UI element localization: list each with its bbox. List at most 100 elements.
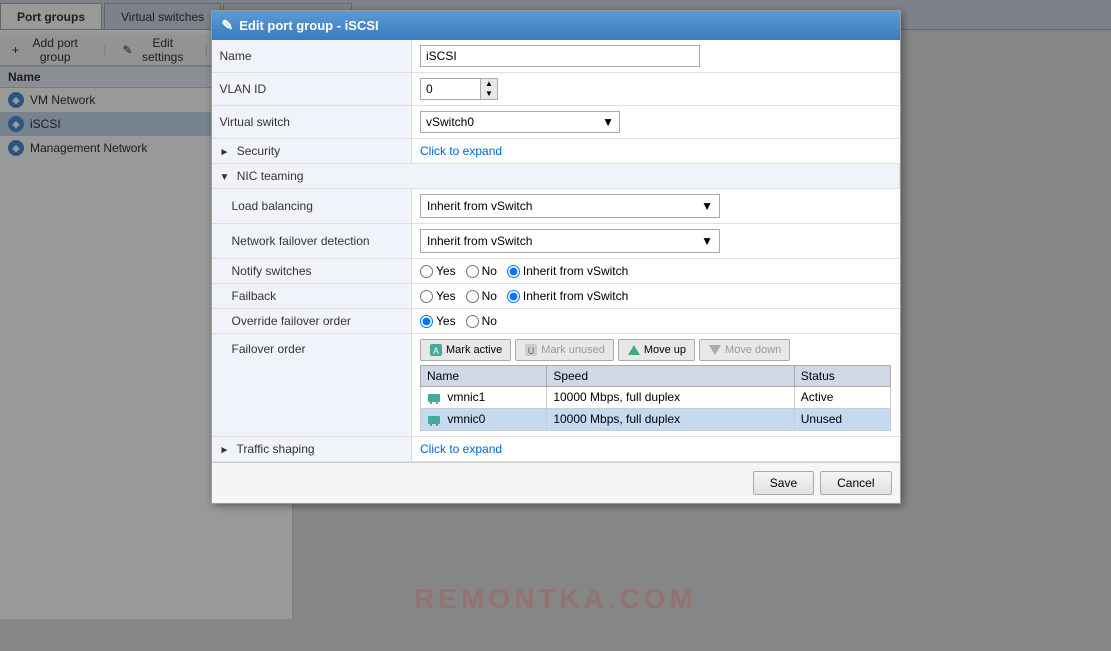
- cancel-button[interactable]: Cancel: [820, 471, 891, 495]
- name-label: Name: [212, 40, 412, 73]
- modal-title-bar: ✎ Edit port group - iSCSI: [212, 11, 900, 40]
- vswitch-row: Virtual switch vSwitch0 ▼: [212, 106, 900, 139]
- failback-yes-option[interactable]: Yes: [420, 289, 456, 303]
- traffic-shaping-expand-cell: Click to expand: [412, 436, 900, 461]
- mark-active-icon: A: [429, 343, 443, 357]
- notify-switches-yes-option[interactable]: Yes: [420, 264, 456, 278]
- override-failover-radio-group: Yes No: [420, 314, 891, 328]
- move-up-icon: [627, 343, 641, 357]
- nic-status-col-header: Status: [794, 366, 890, 387]
- vmnic0-icon: [427, 413, 441, 427]
- nic0-name-cell: vmnic0: [421, 408, 547, 430]
- failback-inherit-option[interactable]: Inherit from vSwitch: [507, 289, 628, 303]
- nic-table-header: Name Speed Status: [421, 366, 891, 387]
- failover-order-label: Failover order: [212, 334, 412, 437]
- override-no-option[interactable]: No: [466, 314, 497, 328]
- notify-switches-inherit-option[interactable]: Inherit from vSwitch: [507, 264, 628, 278]
- network-failover-dropdown[interactable]: Inherit from vSwitch ▼: [420, 229, 720, 253]
- name-input[interactable]: [420, 45, 700, 67]
- failback-inherit-radio[interactable]: [507, 290, 520, 303]
- vswitch-selected-value: vSwitch0: [426, 115, 474, 129]
- load-balancing-selected: Inherit from vSwitch: [427, 199, 532, 213]
- nic-table: Name Speed Status: [420, 365, 891, 431]
- vlan-spin-buttons: ▲ ▼: [480, 78, 498, 100]
- svg-text:A: A: [433, 346, 439, 356]
- modal-pencil-icon: ✎: [222, 17, 234, 34]
- vlan-spinner: ▲ ▼: [420, 78, 891, 100]
- vlan-input[interactable]: [420, 78, 480, 100]
- move-down-button[interactable]: Move down: [699, 339, 790, 361]
- failback-radio-group: Yes No Inherit from vSwitch: [420, 289, 891, 303]
- notify-switches-row: Notify switches Yes No: [212, 259, 900, 284]
- override-no-radio[interactable]: [466, 315, 479, 328]
- failover-order-row: Failover order A Mark active U: [212, 334, 900, 437]
- mark-unused-button[interactable]: U Mark unused: [515, 339, 614, 361]
- load-balancing-chevron-icon: ▼: [701, 199, 713, 213]
- override-failover-value-cell: Yes No: [412, 309, 900, 334]
- name-value-cell: [412, 40, 900, 73]
- notify-switches-value-cell: Yes No Inherit from vSwitch: [412, 259, 900, 284]
- notify-yes-radio[interactable]: [420, 265, 433, 278]
- network-failover-value-cell: Inherit from vSwitch ▼: [412, 224, 900, 259]
- security-expand-link[interactable]: Click to expand: [420, 144, 502, 158]
- override-failover-row: Override failover order Yes No: [212, 309, 900, 334]
- failover-order-value-cell: A Mark active U Mark unused: [412, 334, 900, 437]
- nic-name-col-header: Name: [421, 366, 547, 387]
- vswitch-label: Virtual switch: [212, 106, 412, 139]
- move-up-button[interactable]: Move up: [618, 339, 695, 361]
- watermark: REMONTKA.COM: [414, 583, 697, 615]
- notify-switches-radio-group: Yes No Inherit from vSwitch: [420, 264, 891, 278]
- modal-overlay: ✎ Edit port group - iSCSI Name: [0, 0, 1111, 651]
- svg-text:U: U: [528, 346, 535, 356]
- edit-port-group-modal: ✎ Edit port group - iSCSI Name: [211, 10, 901, 504]
- network-failover-chevron-icon: ▼: [701, 234, 713, 248]
- notify-inherit-radio[interactable]: [507, 265, 520, 278]
- main-area: + Add port group | ✎ Edit settings | ↻ R…: [0, 30, 1111, 619]
- security-section-row[interactable]: ► Security Click to expand: [212, 139, 900, 164]
- failback-no-radio[interactable]: [466, 290, 479, 303]
- nic-speed-col-header: Speed: [547, 366, 794, 387]
- failback-no-option[interactable]: No: [466, 289, 497, 303]
- load-balancing-dropdown[interactable]: Inherit from vSwitch ▼: [420, 194, 720, 218]
- notify-no-radio[interactable]: [466, 265, 479, 278]
- mark-active-button[interactable]: A Mark active: [420, 339, 511, 361]
- move-down-icon: [708, 343, 722, 357]
- nic1-status-cell: Active: [794, 387, 890, 409]
- override-failover-label: Override failover order: [212, 309, 412, 334]
- table-row[interactable]: vmnic1 10000 Mbps, full duplex Active: [421, 387, 891, 409]
- notify-switches-label: Notify switches: [212, 259, 412, 284]
- failback-value-cell: Yes No Inherit from vSwitch: [412, 284, 900, 309]
- notify-switches-no-option[interactable]: No: [466, 264, 497, 278]
- load-balancing-label: Load balancing: [212, 189, 412, 224]
- load-balancing-row: Load balancing Inherit from vSwitch ▼: [212, 189, 900, 224]
- modal-title: Edit port group - iSCSI: [239, 18, 378, 33]
- failback-yes-radio[interactable]: [420, 290, 433, 303]
- traffic-shaping-label: ► Traffic shaping: [212, 436, 412, 461]
- modal-body: Name VLAN ID: [212, 40, 900, 462]
- mark-unused-icon: U: [524, 343, 538, 357]
- vlan-down-button[interactable]: ▼: [481, 89, 497, 99]
- table-row[interactable]: vmnic0 10000 Mbps, full duplex Unused: [421, 408, 891, 430]
- traffic-shaping-section-row[interactable]: ► Traffic shaping Click to expand: [212, 436, 900, 461]
- modal-footer: Save Cancel: [212, 462, 900, 503]
- nic1-name-cell: vmnic1: [421, 387, 547, 409]
- override-yes-radio[interactable]: [420, 315, 433, 328]
- security-expand-cell: Click to expand: [412, 139, 900, 164]
- load-balancing-value-cell: Inherit from vSwitch ▼: [412, 189, 900, 224]
- vswitch-chevron-icon: ▼: [602, 115, 614, 129]
- traffic-shaping-expand-link[interactable]: Click to expand: [420, 442, 502, 456]
- vlan-value-cell: ▲ ▼: [412, 73, 900, 106]
- failback-row: Failback Yes No: [212, 284, 900, 309]
- nic1-speed-cell: 10000 Mbps, full duplex: [547, 387, 794, 409]
- vswitch-value-cell: vSwitch0 ▼: [412, 106, 900, 139]
- nic-teaming-label: ▼ NIC teaming: [212, 164, 900, 189]
- traffic-shaping-expand-arrow: ►: [220, 445, 230, 456]
- vswitch-dropdown[interactable]: vSwitch0 ▼: [420, 111, 620, 133]
- override-yes-option[interactable]: Yes: [420, 314, 456, 328]
- save-button[interactable]: Save: [753, 471, 814, 495]
- nic-teaming-header-row: ▼ NIC teaming: [212, 164, 900, 189]
- nic0-speed-cell: 10000 Mbps, full duplex: [547, 408, 794, 430]
- network-failover-selected: Inherit from vSwitch: [427, 234, 532, 248]
- vlan-up-button[interactable]: ▲: [481, 79, 497, 89]
- network-failover-row: Network failover detection Inherit from …: [212, 224, 900, 259]
